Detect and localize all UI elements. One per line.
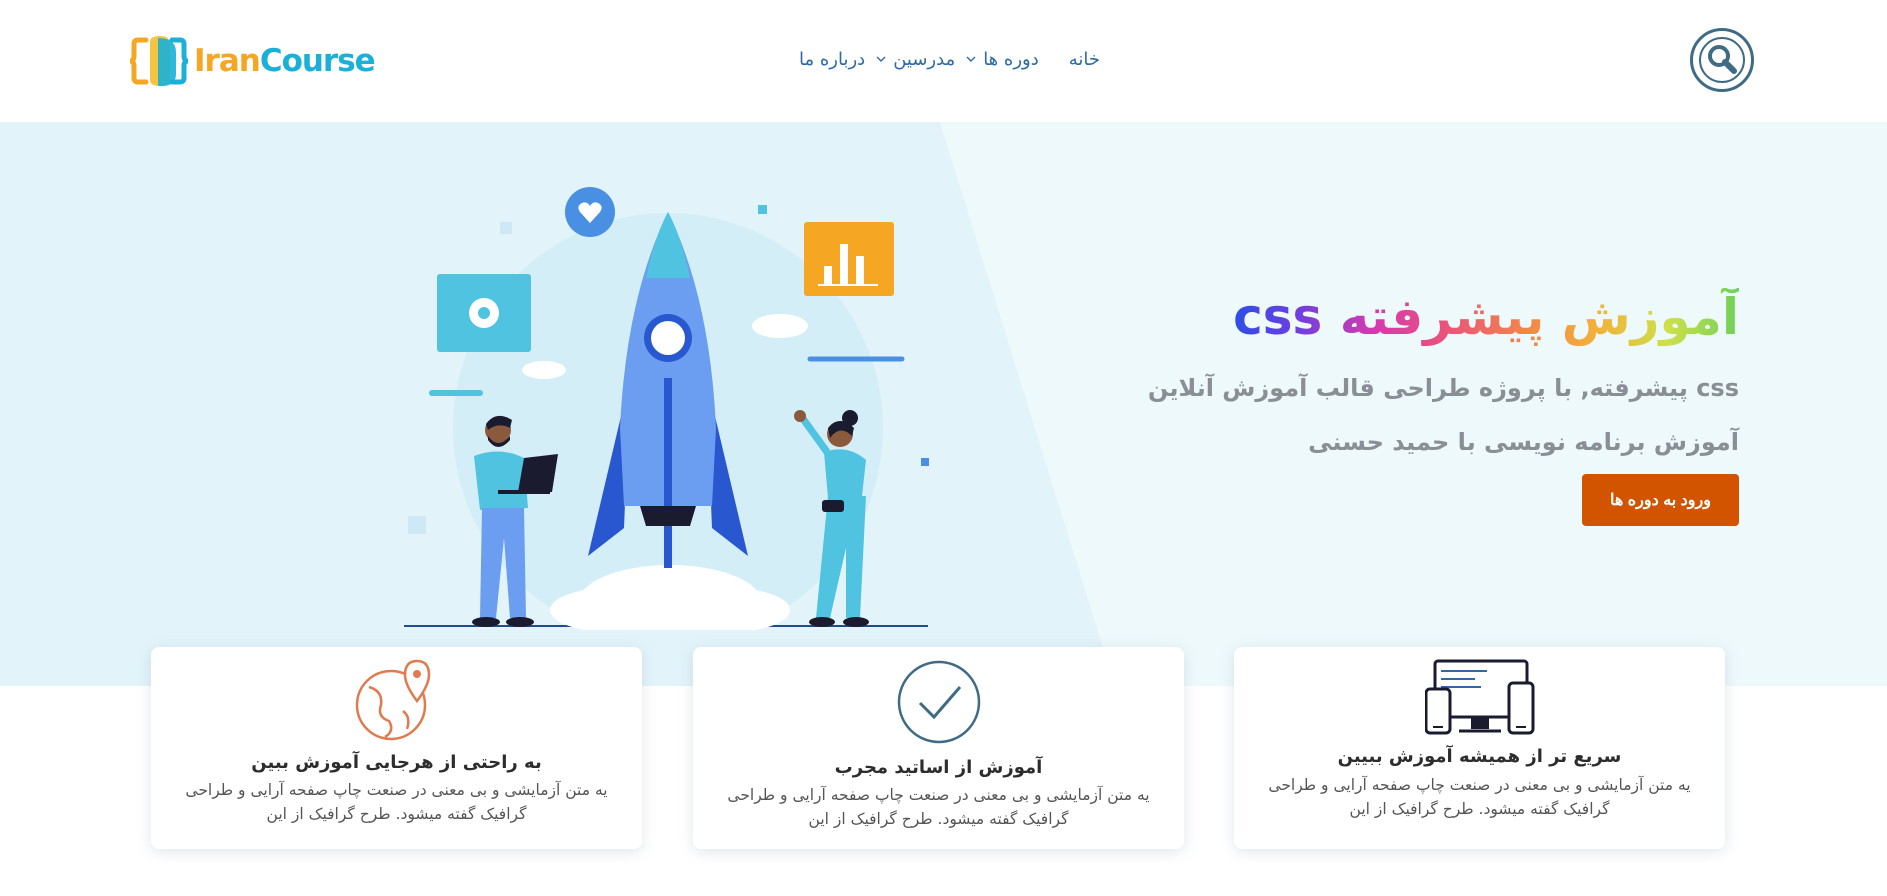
hero-background-shape: [0, 122, 1887, 686]
logo-text-course: Course: [259, 43, 376, 79]
feature-description: یه متن آزمایشی و بی معنی در صنعت چاپ صفح…: [185, 781, 608, 823]
feature-description: یه متن آزمایشی و بی معنی در صنعت چاپ صفح…: [727, 786, 1150, 828]
nav-home-label: خانه: [1068, 48, 1100, 70]
hero-subtitle-line2: آموزش برنامه نویسی با حمید حسنی: [1308, 428, 1739, 456]
nav-home[interactable]: خانه: [1069, 49, 1100, 70]
nav-teachers-label: مدرسین: [893, 48, 956, 70]
hero-title: آموزش پیشرفته css: [1233, 288, 1739, 346]
enter-courses-button[interactable]: ورود به دوره ها: [1582, 474, 1739, 526]
hero-section: [0, 122, 1887, 686]
search-button[interactable]: [1690, 28, 1754, 92]
chevron-down-icon: [876, 56, 886, 62]
feature-card-speed: سریع تر از همیشه آموزش ببیین یه متن آزما…: [1234, 647, 1725, 849]
feature-title: سریع تر از همیشه آموزش ببیین: [1337, 746, 1622, 767]
check-circle-icon: [897, 660, 980, 744]
main-nav: خانه دوره ها مدرسین درباره ما: [780, 44, 1100, 74]
logo-icon: [129, 36, 189, 86]
devices-icon: [1424, 659, 1534, 735]
nav-courses-label: دوره ها: [983, 48, 1039, 70]
chevron-down-icon: [966, 56, 976, 62]
site-header: IranCourse خانه دوره ها مدرسین درباره ما: [0, 0, 1887, 120]
nav-about[interactable]: درباره ما: [799, 49, 865, 70]
nav-about-label: درباره ما: [799, 48, 866, 70]
hero-subtitle-line1: css پیشرفته, با پروژه طراحی قالب آموزش آ…: [1147, 374, 1739, 402]
feature-card-anywhere: به راحتی از هرجایی آموزش ببین یه متن آزم…: [151, 647, 642, 849]
globe-pin-icon: [355, 659, 430, 741]
feature-title: آموزش از اساتید مجرب: [834, 757, 1043, 778]
site-logo[interactable]: IranCourse: [128, 34, 376, 88]
rocket-launch-illustration: [404, 187, 929, 630]
nav-courses[interactable]: دوره ها: [965, 49, 1039, 70]
search-icon: [1699, 37, 1745, 83]
logo-text: IranCourse: [194, 43, 376, 79]
feature-card-teachers: آموزش از اساتید مجرب یه متن آزمایشی و بی…: [693, 647, 1184, 849]
feature-description: یه متن آزمایشی و بی معنی در صنعت چاپ صفح…: [1268, 776, 1691, 818]
nav-teachers[interactable]: مدرسین: [875, 49, 955, 70]
logo-text-iran: Iran: [194, 43, 261, 79]
feature-title: به راحتی از هرجایی آموزش ببین: [251, 752, 542, 773]
